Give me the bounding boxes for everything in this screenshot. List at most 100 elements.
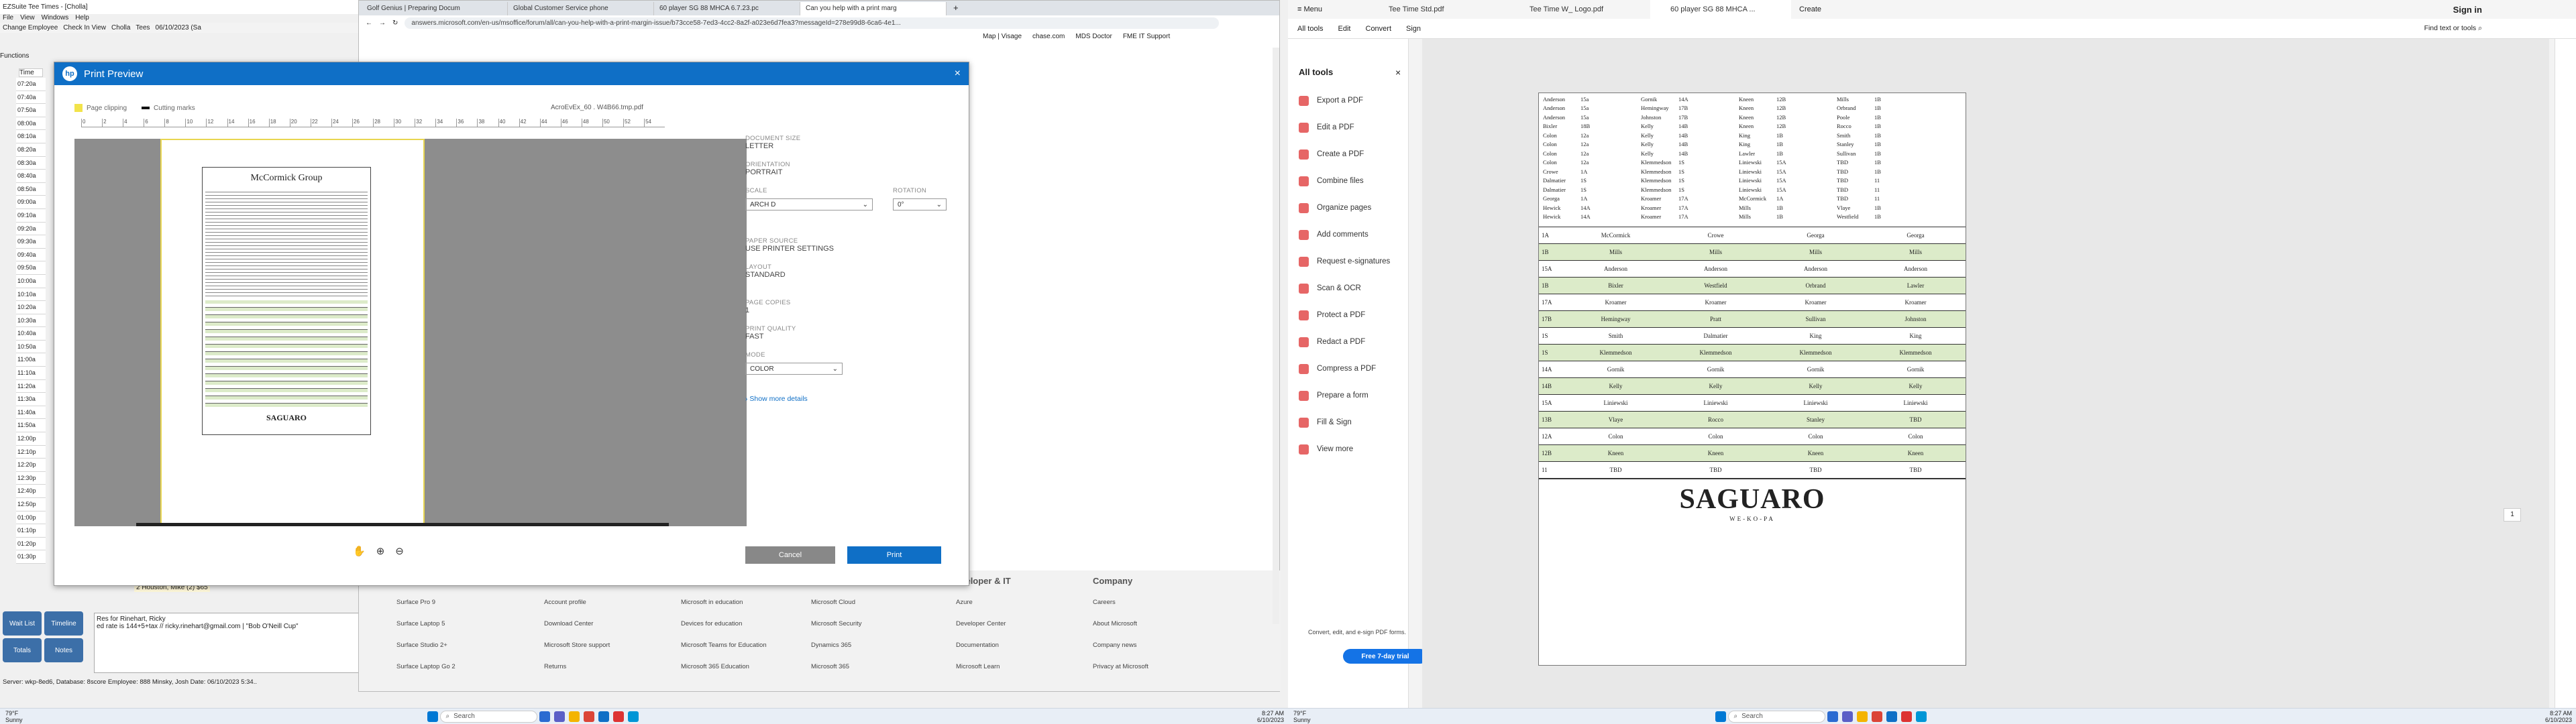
- create-tab-button[interactable]: Create: [1791, 5, 1821, 13]
- clock[interactable]: 8:27 AM 6/10/2023: [2545, 710, 2572, 723]
- acrobat-icon[interactable]: [612, 711, 624, 722]
- windows-start-icon[interactable]: [427, 711, 438, 722]
- totals-button[interactable]: Totals: [3, 638, 42, 662]
- footer-link[interactable]: Surface Laptop 5: [396, 613, 455, 635]
- menu-sign[interactable]: Sign: [1406, 25, 1421, 33]
- browser-scrollbar[interactable]: [1273, 48, 1279, 624]
- browser-tab-global-service[interactable]: Global Customer Service phone: [508, 2, 654, 15]
- scale-select[interactable]: ARCH D ⌄: [745, 198, 873, 210]
- time-slot[interactable]: 09:50a: [16, 261, 46, 275]
- time-slot[interactable]: 11:30a: [16, 393, 46, 406]
- time-slot[interactable]: 01:10p: [16, 524, 46, 538]
- taskbar-search[interactable]: ⌕ Search: [439, 710, 537, 723]
- footer-link[interactable]: Microsoft Teams for Education: [681, 635, 767, 656]
- time-slot[interactable]: 12:30p: [16, 471, 46, 485]
- wait-list-button[interactable]: Wait List: [3, 611, 42, 636]
- time-slot[interactable]: 09:00a: [16, 196, 46, 209]
- time-slot[interactable]: 09:10a: [16, 208, 46, 223]
- tool-item[interactable]: Combine files: [1299, 168, 1433, 194]
- footer-link[interactable]: Returns: [544, 656, 610, 678]
- check-in-view-button[interactable]: Check In View: [63, 24, 106, 32]
- footer-link[interactable]: Company news: [1093, 635, 1148, 656]
- acrobat-icon[interactable]: [1900, 711, 1912, 722]
- forward-icon[interactable]: →: [379, 19, 386, 27]
- footer-link[interactable]: Microsoft Cloud: [811, 592, 862, 613]
- footer-link[interactable]: Microsoft 365 Education: [681, 656, 767, 678]
- footer-link[interactable]: Documentation: [956, 635, 1011, 656]
- tool-item[interactable]: Prepare a form: [1299, 382, 1433, 409]
- time-slot[interactable]: 12:10p: [16, 445, 46, 459]
- footer-link[interactable]: Microsoft Learn: [956, 656, 1011, 678]
- tool-item[interactable]: Compress a PDF: [1299, 355, 1433, 382]
- date-picker[interactable]: 06/10/2023 (Sa: [156, 24, 201, 32]
- page-copies-value[interactable]: 1: [745, 306, 953, 314]
- hand-icon[interactable]: ✋: [353, 545, 366, 557]
- footer-link[interactable]: Dynamics 365: [811, 635, 862, 656]
- print-button[interactable]: Print: [847, 546, 941, 564]
- bookmark-map-visage[interactable]: Map | Visage: [983, 33, 1022, 40]
- rotation-select[interactable]: 0° ⌄: [893, 198, 947, 210]
- tees-button[interactable]: Tees: [136, 24, 150, 32]
- time-slot[interactable]: 07:50a: [16, 104, 46, 117]
- clock[interactable]: 8:27 AM 6/10/2023: [1257, 710, 1284, 723]
- taskbar-search[interactable]: ⌕ Search: [1727, 710, 1825, 723]
- free-trial-button[interactable]: Free 7-day trial: [1343, 649, 1428, 664]
- menu-help[interactable]: Help: [75, 14, 89, 23]
- tool-item[interactable]: Add comments: [1299, 221, 1433, 248]
- menu-convert[interactable]: Convert: [1366, 25, 1392, 33]
- footer-link[interactable]: Download Center: [544, 613, 610, 635]
- back-icon[interactable]: ←: [366, 19, 372, 27]
- time-slot[interactable]: 09:20a: [16, 222, 46, 236]
- weather-widget[interactable]: 79°F Sunny: [5, 710, 23, 723]
- tool-item[interactable]: Create a PDF: [1299, 141, 1433, 168]
- time-slot[interactable]: 10:00a: [16, 274, 46, 288]
- menu-file[interactable]: File: [3, 14, 13, 23]
- preview-area[interactable]: McCormick Group SAGUARO: [74, 139, 747, 526]
- time-slot[interactable]: 08:00a: [16, 117, 46, 131]
- footer-link[interactable]: Devices for education: [681, 613, 767, 635]
- teams-icon[interactable]: [1841, 711, 1853, 722]
- time-slot[interactable]: 11:00a: [16, 353, 46, 367]
- chrome-icon[interactable]: [583, 711, 594, 722]
- new-tab-icon[interactable]: +: [947, 0, 965, 15]
- time-slot[interactable]: 09:40a: [16, 248, 46, 262]
- time-slot[interactable]: 10:40a: [16, 327, 46, 341]
- time-slot[interactable]: 08:30a: [16, 156, 46, 170]
- find-text-tools[interactable]: Find text or tools ⌕: [2424, 24, 2482, 33]
- footer-link[interactable]: Surface Pro 9: [396, 592, 455, 613]
- acrobat-tab-tee-time-logo[interactable]: Tee Time W_ Logo.pdf: [1509, 0, 1650, 19]
- bookmark-mds-doctor[interactable]: MDS Doctor: [1075, 33, 1112, 40]
- tool-item[interactable]: Export a PDF: [1299, 87, 1433, 114]
- cholla-button[interactable]: Cholla: [111, 24, 130, 32]
- tool-item[interactable]: Organize pages: [1299, 194, 1433, 221]
- time-slot[interactable]: 10:20a: [16, 301, 46, 314]
- tool-item[interactable]: Fill & Sign: [1299, 409, 1433, 436]
- zoom-out-icon[interactable]: ⊖: [395, 545, 404, 557]
- chrome-icon[interactable]: [1871, 711, 1882, 722]
- close-icon[interactable]: ×: [955, 68, 961, 80]
- weather-widget[interactable]: 79°F Sunny: [1293, 710, 1311, 723]
- notes-box[interactable]: Res for Rinehart, Ricky ed rate is 144+5…: [94, 613, 362, 673]
- time-slot[interactable]: 08:20a: [16, 143, 46, 157]
- footer-link[interactable]: Azure: [956, 592, 1011, 613]
- tool-item[interactable]: Protect a PDF: [1299, 302, 1433, 328]
- tool-item[interactable]: Edit a PDF: [1299, 114, 1433, 141]
- mode-select[interactable]: COLOR ⌄: [745, 363, 843, 375]
- hp-icon[interactable]: [627, 711, 639, 722]
- acrobat-menu-button[interactable]: ≡ Menu: [1288, 5, 1368, 13]
- file-explorer-icon[interactable]: [1856, 711, 1868, 722]
- footer-link[interactable]: Surface Laptop Go 2: [396, 656, 455, 678]
- time-slot[interactable]: 07:40a: [16, 90, 46, 105]
- menu-edit[interactable]: Edit: [1338, 25, 1351, 33]
- tool-item[interactable]: View more: [1299, 436, 1433, 463]
- tool-item[interactable]: Request e-signatures: [1299, 248, 1433, 275]
- page-number[interactable]: 1: [2504, 508, 2521, 522]
- time-slot[interactable]: 11:10a: [16, 367, 46, 380]
- footer-link[interactable]: Privacy at Microsoft: [1093, 656, 1148, 678]
- hp-icon[interactable]: [1915, 711, 1927, 722]
- sign-in-button[interactable]: Sign in: [2453, 5, 2482, 15]
- footer-link[interactable]: Microsoft 365: [811, 656, 862, 678]
- time-slot[interactable]: 10:50a: [16, 340, 46, 354]
- footer-link[interactable]: About Microsoft: [1093, 613, 1148, 635]
- time-slot[interactable]: 08:40a: [16, 170, 46, 183]
